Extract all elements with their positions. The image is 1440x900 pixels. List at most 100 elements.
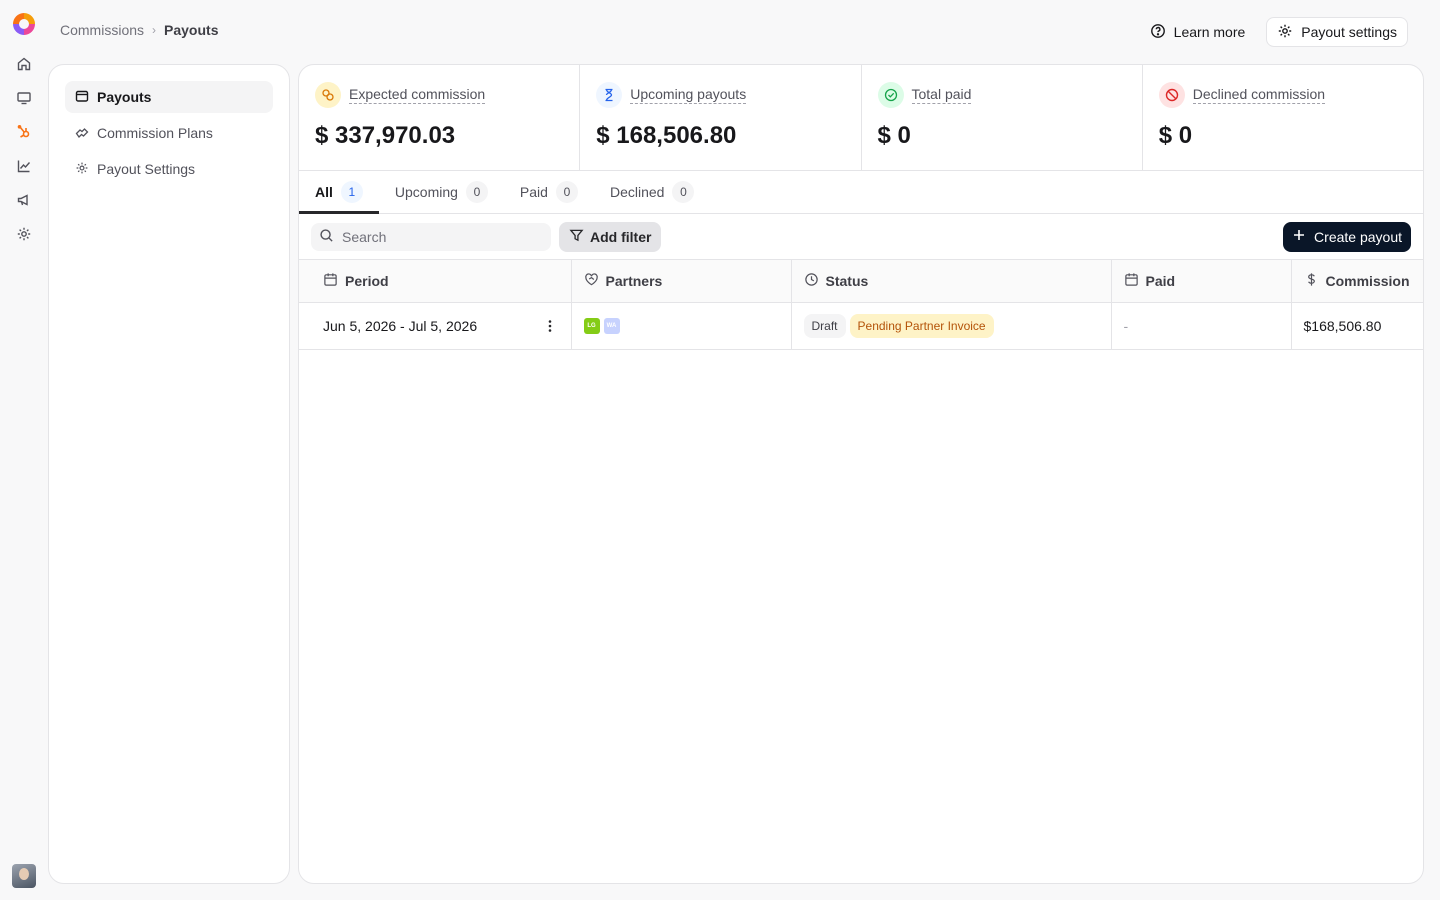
nav-item-label: Payout Settings xyxy=(97,161,196,177)
stat-upcoming-payouts: Upcoming payouts $ 168,506.80 xyxy=(580,65,862,170)
tab-all[interactable]: All 1 xyxy=(299,171,379,214)
tab-paid[interactable]: Paid 0 xyxy=(504,171,594,213)
chart-icon[interactable] xyxy=(16,158,32,174)
column-header-paid[interactable]: Paid xyxy=(1111,260,1292,303)
stat-value: $ 337,970.03 xyxy=(315,122,456,149)
nav-item-commission-plans[interactable]: Commission Plans xyxy=(65,117,273,149)
wallet-icon xyxy=(75,89,89,106)
partner-logo[interactable]: LG xyxy=(583,317,600,334)
column-label: Commission xyxy=(1325,272,1410,289)
gear-icon xyxy=(75,161,89,178)
nav-item-label: Commission Plans xyxy=(97,125,213,141)
tab-count: 0 xyxy=(672,181,695,203)
learn-more-label: Learn more xyxy=(1173,24,1246,40)
tab-label: All xyxy=(315,184,333,200)
stat-value: $ 0 xyxy=(1158,122,1193,149)
tab-label: Upcoming xyxy=(394,184,458,200)
stat-total-paid: Total paid $ 0 xyxy=(862,65,1143,170)
filter-icon xyxy=(569,228,584,246)
home-icon[interactable] xyxy=(16,56,32,72)
column-header-partners[interactable]: Partners xyxy=(571,260,792,303)
cell-commission: $168,506.80 xyxy=(1291,302,1423,350)
stat-expected-commission: Expected commission $ 337,970.03 xyxy=(299,65,581,170)
column-header-period[interactable]: Period xyxy=(299,260,572,303)
search-input[interactable] xyxy=(342,228,532,245)
add-filter-label: Add filter xyxy=(590,228,652,245)
stat-label[interactable]: Expected commission xyxy=(349,86,486,104)
commission-value: $168,506.80 xyxy=(1303,317,1382,334)
calendar-icon xyxy=(1124,272,1139,290)
tab-declined[interactable]: Declined 0 xyxy=(594,171,710,213)
commissions-nav-panel: Payouts Commission Plans Payout Settings xyxy=(48,64,290,884)
stat-label[interactable]: Upcoming payouts xyxy=(630,86,747,104)
payout-settings-button[interactable]: Payout settings xyxy=(1266,17,1408,47)
gear-icon xyxy=(1277,23,1293,42)
more-options-icon[interactable] xyxy=(541,317,559,335)
calendar-icon xyxy=(323,272,338,290)
create-payout-label: Create payout xyxy=(1314,228,1402,245)
payouts-main-panel: Expected commission $ 337,970.03 Upcomin… xyxy=(298,64,1424,884)
heart-handshake-icon xyxy=(584,272,599,290)
learn-more-button[interactable]: Learn more xyxy=(1139,17,1257,47)
stat-value: $ 0 xyxy=(877,122,911,149)
breadcrumb-commissions[interactable]: Commissions xyxy=(60,22,144,38)
table-row[interactable]: Jun 5, 2026 - Jul 5, 2026 LG WA Draft Pen… xyxy=(299,302,1423,350)
status-badge-pending: Pending Partner Invoice xyxy=(849,313,994,338)
breadcrumb-current: Payouts xyxy=(164,22,219,38)
column-label: Period xyxy=(345,272,389,289)
megaphone-icon[interactable] xyxy=(16,192,32,208)
search-icon xyxy=(319,228,334,246)
paid-value: - xyxy=(1123,317,1129,334)
tab-count: 0 xyxy=(465,181,488,203)
tab-label: Declined xyxy=(609,184,665,200)
payout-tabs: All 1 Upcoming 0 Paid 0 Declined 0 xyxy=(299,171,1423,214)
nav-item-label: Payouts xyxy=(97,89,152,105)
handshake-icon xyxy=(75,125,89,142)
settings-icon[interactable] xyxy=(16,226,32,242)
ban-icon xyxy=(1158,82,1185,108)
header-actions: Learn more Payout settings xyxy=(1139,17,1408,47)
nav-item-payout-settings[interactable]: Payout Settings xyxy=(65,153,273,185)
hourglass-icon xyxy=(596,82,623,108)
nav-item-payouts[interactable]: Payouts xyxy=(65,81,273,113)
table-header-row: Period Partners Status Paid Commission xyxy=(299,260,1423,303)
status-badge-draft: Draft xyxy=(803,313,846,338)
coins-icon xyxy=(315,82,341,108)
cell-paid: - xyxy=(1111,302,1292,350)
stat-declined-commission: Declined commission $ 0 xyxy=(1143,65,1423,170)
app-logo[interactable] xyxy=(13,13,35,35)
dollar-icon xyxy=(1304,272,1319,290)
hubspot-icon[interactable] xyxy=(16,124,32,140)
breadcrumb: Commissions › Payouts xyxy=(60,22,218,38)
table-toolbar: Add filter Create payout xyxy=(299,214,1423,260)
tab-count: 0 xyxy=(555,181,578,203)
column-label: Paid xyxy=(1145,272,1176,289)
clock-icon xyxy=(804,272,819,290)
check-circle-icon xyxy=(877,82,904,108)
column-label: Status xyxy=(825,272,869,289)
tab-label: Paid xyxy=(519,184,548,200)
help-circle-icon xyxy=(1150,23,1166,42)
payout-settings-label: Payout settings xyxy=(1301,24,1397,40)
plus-icon xyxy=(1292,228,1306,245)
tab-upcoming[interactable]: Upcoming 0 xyxy=(379,171,504,213)
monitor-icon[interactable] xyxy=(16,90,32,106)
create-payout-button[interactable]: Create payout xyxy=(1283,221,1411,252)
stat-label[interactable]: Declined commission xyxy=(1192,86,1326,104)
stat-value: $ 168,506.80 xyxy=(596,122,737,149)
column-header-commission[interactable]: Commission xyxy=(1291,260,1423,303)
stat-label[interactable]: Total paid xyxy=(911,86,972,104)
column-header-status[interactable]: Status xyxy=(791,260,1112,303)
breadcrumb-separator: › xyxy=(152,23,157,37)
payouts-table: Period Partners Status Paid Commission J… xyxy=(299,260,1423,350)
cell-period: Jun 5, 2026 - Jul 5, 2026 xyxy=(299,302,572,350)
icon-rail xyxy=(0,0,48,900)
period-text: Jun 5, 2026 - Jul 5, 2026 xyxy=(323,317,478,334)
tab-count: 1 xyxy=(340,181,363,203)
cell-status: Draft Pending Partner Invoice xyxy=(791,302,1112,350)
partner-logo[interactable]: WA xyxy=(603,317,620,334)
stats-row: Expected commission $ 337,970.03 Upcomin… xyxy=(299,65,1423,171)
user-avatar[interactable] xyxy=(12,864,36,888)
add-filter-button[interactable]: Add filter xyxy=(559,221,662,252)
cell-partners: LG WA xyxy=(571,302,792,350)
